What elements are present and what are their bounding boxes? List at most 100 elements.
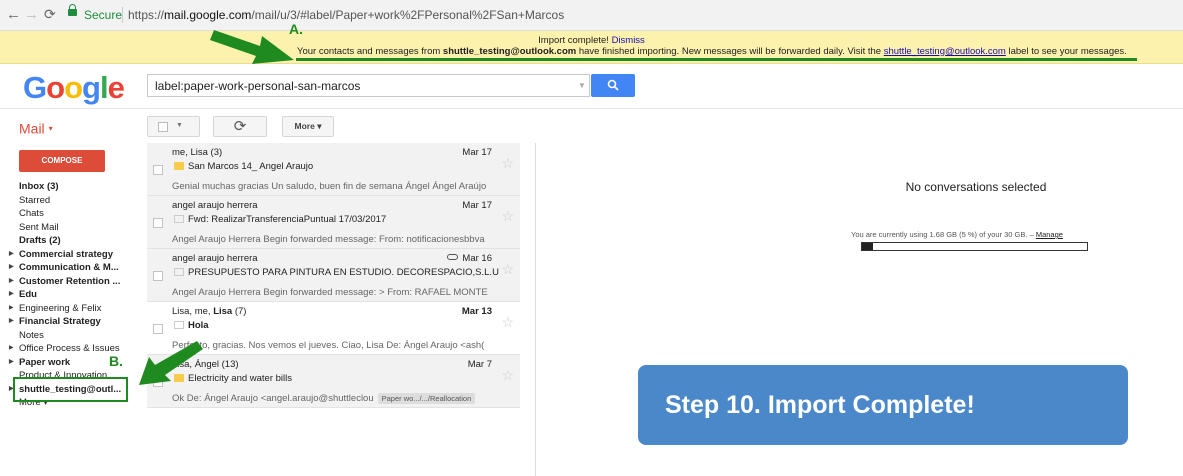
sidebar-item-label: Financial Strategy bbox=[19, 316, 101, 327]
annotation-underline bbox=[296, 58, 1137, 61]
sidebar-item[interactable]: Drafts (2) bbox=[0, 234, 140, 248]
sidebar-item[interactable]: ▶ Financial Strategy bbox=[0, 315, 140, 329]
url-path: /mail/u/3/#label/Paper+work%2FPersonal%2… bbox=[251, 8, 565, 22]
label-sidebar: Inbox (3) Starred Chats Sent Mail Drafts (2)… bbox=[0, 180, 140, 410]
message-snippet: Angel Araujo Herrera Begin forwarded mes… bbox=[172, 287, 488, 298]
sidebar-item-label: Notes bbox=[19, 329, 44, 341]
message-sender: angel araujo herrera bbox=[172, 200, 258, 211]
message-sender: me, Lisa (3) bbox=[172, 147, 223, 158]
no-conversations-text: No conversations selected bbox=[905, 180, 1047, 194]
sidebar-item-label: Drafts (2) bbox=[19, 235, 61, 246]
expand-arrow-icon[interactable]: ▶ bbox=[9, 315, 14, 329]
message-date: Mar 17 bbox=[462, 200, 492, 211]
storage-info: You are currently using 1.68 GB (5 %) of… bbox=[851, 230, 1063, 239]
message-date: Mar 7 bbox=[467, 359, 492, 370]
expand-arrow-icon[interactable]: ▶ bbox=[9, 302, 14, 316]
message-snippet: Genial muchas gracias Un saludo, buen fi… bbox=[172, 181, 487, 192]
sidebar-item-label: Edu bbox=[19, 289, 37, 300]
outlook-label-link[interactable]: shuttle_testing@outlook.com bbox=[884, 46, 1006, 57]
annotation-highlight-box bbox=[13, 377, 128, 402]
compose-button[interactable]: COMPOSE bbox=[19, 150, 105, 172]
message-checkbox[interactable] bbox=[153, 165, 163, 175]
star-icon[interactable]: ☆ bbox=[501, 208, 514, 225]
refresh-icon: ⟳ bbox=[233, 118, 247, 135]
sidebar-item-label: Chats bbox=[19, 208, 44, 219]
select-all-checkbox[interactable]: ▼ bbox=[147, 116, 200, 137]
url-separator bbox=[122, 7, 123, 23]
google-logo[interactable]: Google bbox=[23, 70, 125, 106]
arrow-icon-b bbox=[139, 341, 203, 385]
star-icon[interactable]: ☆ bbox=[501, 155, 514, 172]
back-icon[interactable]: ← bbox=[6, 6, 21, 23]
sidebar-item-label: Commercial strategy bbox=[19, 248, 113, 260]
message-row[interactable]: me, Lisa (3) Mar 17 San Marcos 14_ Angel A… bbox=[147, 143, 520, 196]
importance-marker-icon[interactable] bbox=[174, 268, 184, 276]
star-icon[interactable]: ☆ bbox=[501, 314, 514, 331]
step-callout: Step 10. Import Complete! bbox=[638, 365, 1128, 445]
sidebar-item[interactable]: ▶ Commercial strategy bbox=[0, 248, 140, 262]
sidebar-item-label: Office Process & Issues bbox=[19, 343, 120, 354]
sidebar-item[interactable]: Chats bbox=[0, 207, 140, 221]
reload-icon[interactable]: ⟳ bbox=[44, 6, 56, 23]
message-date: Mar 17 bbox=[462, 147, 492, 158]
manage-storage-link[interactable]: Manage bbox=[1036, 230, 1063, 239]
storage-bar bbox=[861, 242, 1088, 251]
storage-bar-fill bbox=[862, 243, 874, 250]
message-subject: PRESUPUESTO PARA PINTURA EN ESTUDIO. DEC… bbox=[188, 267, 499, 278]
message-date: Mar 16 bbox=[462, 253, 492, 264]
star-icon[interactable]: ☆ bbox=[501, 261, 514, 278]
browser-address-bar: ← → ⟳ Secure https://mail.google.com/mai… bbox=[0, 0, 1183, 31]
message-checkbox[interactable] bbox=[153, 324, 163, 334]
star-icon[interactable]: ☆ bbox=[501, 367, 514, 384]
expand-arrow-icon[interactable]: ▶ bbox=[9, 261, 14, 275]
message-subject: Hola bbox=[188, 320, 209, 331]
importance-marker-icon[interactable] bbox=[174, 162, 184, 170]
forward-icon[interactable]: → bbox=[24, 6, 39, 23]
message-row[interactable]: angel araujo herrera Mar 16 PRESUPUESTO PA… bbox=[147, 249, 520, 302]
sidebar-item[interactable]: ▶ Edu bbox=[0, 288, 140, 302]
arrow-icon-a bbox=[210, 30, 294, 64]
sidebar-item[interactable]: Inbox (3) bbox=[0, 180, 140, 194]
annotation-label-b: B. bbox=[109, 353, 123, 369]
message-snippet: Perfecto, gracias. Nos vemos el jueves. … bbox=[172, 340, 485, 351]
expand-arrow-icon[interactable]: ▶ bbox=[9, 356, 14, 370]
message-row[interactable]: angel araujo herrera Mar 17 Fwd: RealizarT… bbox=[147, 196, 520, 249]
attachment-icon bbox=[447, 254, 458, 260]
sidebar-item[interactable]: ▶ Communication & M... bbox=[0, 261, 140, 275]
message-checkbox[interactable] bbox=[153, 271, 163, 281]
sidebar-item-label: Sent Mail bbox=[19, 221, 59, 233]
refresh-button[interactable]: ⟳ bbox=[213, 116, 267, 137]
expand-arrow-icon[interactable]: ▶ bbox=[9, 288, 14, 302]
lock-icon bbox=[68, 4, 77, 16]
label-tag[interactable]: Paper wo.../.../Reallocation bbox=[377, 393, 476, 404]
message-snippet: Angel Araujo Herrera Begin forwarded mes… bbox=[172, 234, 485, 245]
message-checkbox[interactable] bbox=[153, 218, 163, 228]
message-snippet: Ok De: Ángel Araujo <angel.araujo@shuttl… bbox=[172, 393, 492, 404]
message-subject: San Marcos 14_ Angel Araujo bbox=[188, 161, 314, 172]
expand-arrow-icon[interactable]: ▶ bbox=[9, 342, 14, 356]
message-sender: angel araujo herrera bbox=[172, 253, 258, 264]
url-prefix: https:// bbox=[128, 8, 165, 22]
importance-marker-icon[interactable] bbox=[174, 215, 184, 223]
url-field[interactable]: https://mail.google.com/mail/u/3/#label/… bbox=[128, 8, 564, 22]
search-input[interactable]: label:paper-work-personal-san-marcos bbox=[147, 74, 590, 97]
search-button[interactable] bbox=[591, 74, 635, 97]
search-options-icon[interactable]: ▼ bbox=[578, 81, 586, 90]
dismiss-link[interactable]: Dismiss bbox=[612, 35, 645, 46]
secure-label: Secure bbox=[84, 8, 123, 22]
expand-arrow-icon[interactable]: ▶ bbox=[9, 275, 14, 289]
sidebar-item[interactable]: Starred bbox=[0, 194, 140, 208]
banner-title: Import complete! bbox=[538, 35, 609, 46]
expand-arrow-icon[interactable]: ▶ bbox=[9, 248, 14, 262]
sidebar-item[interactable]: Notes bbox=[0, 329, 140, 343]
sidebar-item-label: Starred bbox=[19, 194, 51, 206]
sidebar-item[interactable]: ▶ Customer Retention ... bbox=[0, 275, 140, 289]
mail-switcher[interactable]: Mail ▾ bbox=[19, 119, 53, 136]
sidebar-item[interactable]: ▶ Engineering & Felix bbox=[0, 302, 140, 316]
sidebar-item-label: Engineering & Felix bbox=[19, 302, 102, 314]
sidebar-item[interactable]: Sent Mail bbox=[0, 221, 140, 235]
pane-divider bbox=[535, 143, 536, 476]
importance-marker-icon[interactable] bbox=[174, 321, 184, 329]
more-button[interactable]: More ▾ bbox=[282, 116, 334, 137]
sidebar-item-label: Communication & M... bbox=[19, 262, 119, 273]
